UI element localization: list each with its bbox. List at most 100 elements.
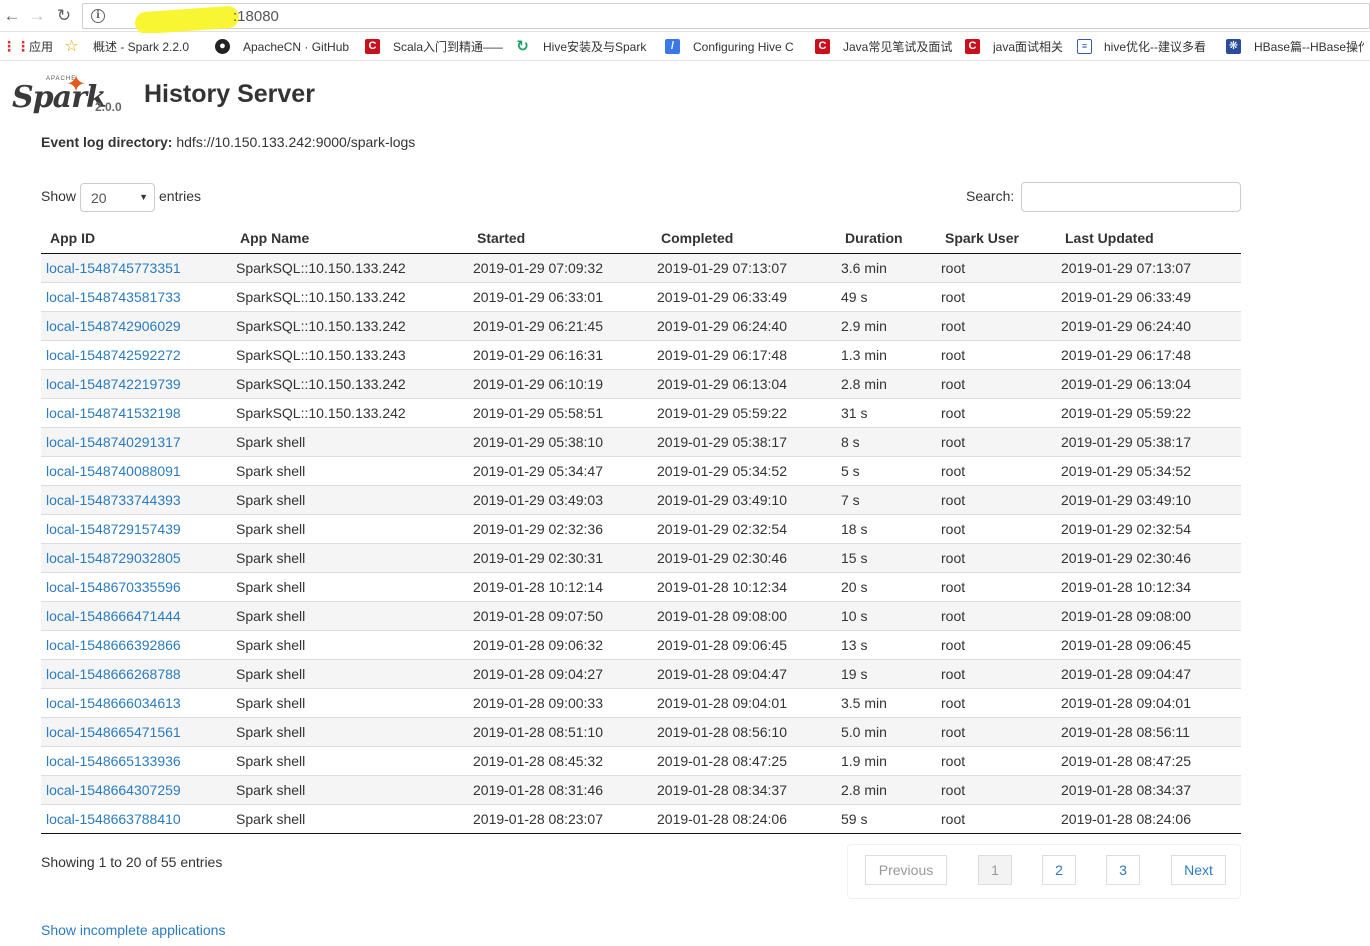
cell-spark-user: root [936,687,1056,717]
chevron-down-icon: ▼ [139,192,148,202]
page-2-button[interactable]: 2 [1042,855,1076,885]
cell-app-id: local-1548742219739 [41,368,231,398]
bookmark-item[interactable]: 概述 - Spark 2.2.0 [93,39,203,55]
app-id-link[interactable]: local-1548664307259 [46,782,181,798]
column-header-duration[interactable]: Duration [836,224,936,254]
app-id-link[interactable]: local-1548666471444 [46,608,181,624]
cell-started: 2019-01-29 03:49:03 [468,484,652,514]
apps-grid-icon[interactable]: ⋮⋮ [2,39,30,54]
cell-spark-user: root [936,339,1056,369]
app-id-link[interactable]: local-1548740291317 [46,434,181,450]
cell-last-updated: 2019-01-28 08:56:11 [1056,716,1241,746]
app-id-link[interactable]: local-1548742906029 [46,318,181,334]
cell-spark-user: root [936,513,1056,543]
forward-arrow-icon[interactable]: → [27,6,47,26]
app-id-link[interactable]: local-1548665471561 [46,724,181,740]
info-icon[interactable]: i [91,9,105,23]
entries-select[interactable]: 20 ▼ [80,183,155,212]
app-id-link[interactable]: local-1548742219739 [46,376,181,392]
bookmark-item[interactable]: Java常见笔试及面试 [843,39,953,55]
show-incomplete-applications-link[interactable]: Show incomplete applications [41,922,225,938]
address-bar[interactable]: i :18080 [82,3,1370,35]
bookmark-item[interactable]: java面试相关 [993,39,1069,55]
cell-spark-user: root [936,253,1056,282]
app-id-link[interactable]: local-1548745773351 [46,260,181,276]
table-row: local-1548743581733 SparkSQL::10.150.133.… [41,281,1241,311]
bookmark-item[interactable]: ApacheCN · GitHub [243,39,353,55]
cell-duration: 10 s [836,600,936,630]
table-row: local-1548740088091 Spark shell 2019-01-29… [41,455,1241,485]
cell-app-id: local-1548741532198 [41,397,231,427]
reload-icon[interactable]: ↻ [54,6,74,26]
cell-last-updated: 2019-01-29 06:33:49 [1056,281,1241,311]
app-id-link[interactable]: local-1548741532198 [46,405,181,421]
page-1-button[interactable]: 1 [978,855,1012,885]
page-3-button[interactable]: 3 [1106,855,1140,885]
cell-started: 2019-01-29 02:30:31 [468,542,652,572]
cell-spark-user: root [936,658,1056,688]
column-header-started[interactable]: Started [468,224,652,254]
table-row: local-1548670335596 Spark shell 2019-01-28… [41,571,1241,601]
bookmark-item[interactable]: 应用 [29,39,59,55]
app-id-link[interactable]: local-1548670335596 [46,579,181,595]
next-page-button[interactable]: Next [1171,855,1226,885]
app-id-link[interactable]: local-1548742592272 [46,347,181,363]
column-header-completed[interactable]: Completed [652,224,836,254]
event-log-directory: Event log directory: hdfs://10.150.133.2… [41,134,415,150]
cell-app-name: Spark shell [231,658,468,688]
cell-app-name: Spark shell [231,745,468,775]
cell-started: 2019-01-29 05:58:51 [468,397,652,427]
app-id-link[interactable]: local-1548663788410 [46,811,181,827]
app-id-link[interactable]: local-1548729157439 [46,521,181,537]
search-label: Search: [966,188,1015,204]
bookmark-item[interactable]: HBase篇--HBase操作 [1254,39,1364,55]
cell-last-updated: 2019-01-29 03:49:10 [1056,484,1241,514]
bookmark-item[interactable]: Configuring Hive C [693,39,803,55]
app-id-link[interactable]: local-1548666034613 [46,695,181,711]
cell-last-updated: 2019-01-28 08:34:37 [1056,774,1241,804]
entries-label: entries [159,188,202,204]
app-id-link[interactable]: local-1548743581733 [46,289,181,305]
cell-last-updated: 2019-01-28 09:04:01 [1056,687,1241,717]
cell-started: 2019-01-28 08:23:07 [468,803,652,834]
bookmark-item[interactable]: Hive安装及与Spark [543,39,653,55]
bookmark-item[interactable]: Scala入门到精通—— [393,39,503,55]
app-id-link[interactable]: local-1548666268788 [46,666,181,682]
cell-duration: 19 s [836,658,936,688]
app-id-link[interactable]: local-1548733744393 [46,492,181,508]
cell-app-name: Spark shell [231,542,468,572]
search-input[interactable] [1021,182,1241,212]
cell-started: 2019-01-29 05:34:47 [468,455,652,485]
column-header-spark-user[interactable]: Spark User [936,224,1056,254]
table-row: local-1548742906029 SparkSQL::10.150.133.… [41,310,1241,340]
previous-page-button[interactable]: Previous [865,855,947,885]
cell-app-id: local-1548745773351 [41,253,231,282]
cell-app-name: SparkSQL::10.150.133.242 [231,281,468,311]
spark-logo[interactable]: APACHE Spark ✦ [10,71,107,118]
app-id-link[interactable]: local-1548740088091 [46,463,181,479]
cell-app-id: local-1548666392866 [41,629,231,659]
cell-spark-user: root [936,542,1056,572]
back-arrow-icon[interactable]: ← [2,6,22,26]
entries-select-value: 20 [91,190,107,206]
logo-spark-text: Spark [12,80,107,115]
app-id-link[interactable]: local-1548729032805 [46,550,181,566]
column-header-app-id[interactable]: App ID [41,224,231,254]
table-header-row: App ID App Name Started Completed Duration Sp… [41,224,1241,254]
bookmark-item[interactable]: hive优化--建议多看 [1104,39,1214,55]
column-header-app-name[interactable]: App Name [231,224,468,254]
page-title: History Server [144,80,315,108]
cell-spark-user: root [936,397,1056,427]
table-row: local-1548740291317 Spark shell 2019-01-29… [41,426,1241,456]
cell-app-id: local-1548729157439 [41,513,231,543]
app-id-link[interactable]: local-1548665133936 [46,753,181,769]
table-row: local-1548742219739 SparkSQL::10.150.133.… [41,368,1241,398]
cell-started: 2019-01-28 09:06:32 [468,629,652,659]
cell-spark-user: root [936,774,1056,804]
app-id-link[interactable]: local-1548666392866 [46,637,181,653]
cell-completed: 2019-01-28 09:04:01 [652,687,836,717]
cell-started: 2019-01-29 05:38:10 [468,426,652,456]
column-header-last-updated[interactable]: Last Updated [1056,224,1241,254]
cell-last-updated: 2019-01-29 05:34:52 [1056,455,1241,485]
cell-completed: 2019-01-28 09:06:45 [652,629,836,659]
